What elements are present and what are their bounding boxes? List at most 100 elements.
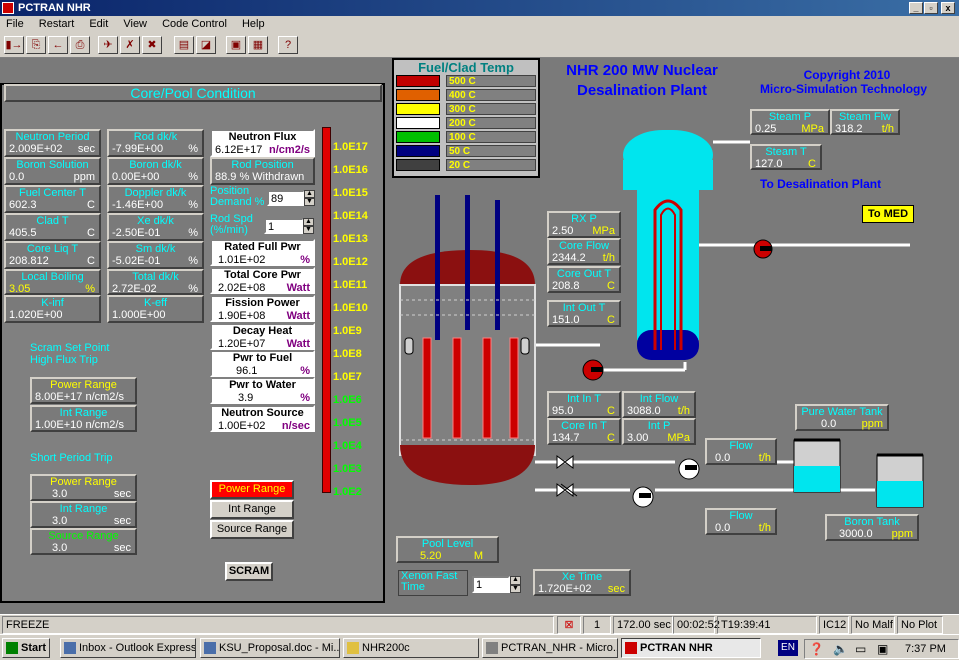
grid-icon[interactable]: ▦: [248, 36, 268, 54]
edit-icon[interactable]: ◪: [196, 36, 216, 54]
rod-spd-input[interactable]: 1: [264, 218, 304, 234]
help-icon[interactable]: ?: [278, 36, 298, 54]
task-label: NHR200c: [362, 642, 410, 654]
xenon-fast-down[interactable]: ▼: [510, 585, 521, 593]
scram-power-range-cell: Power Range 8.00E+17 n/cm2/s: [30, 377, 137, 404]
rod-spd-down[interactable]: ▼: [303, 226, 314, 234]
cell-value: 0.0: [715, 452, 731, 464]
cell-value: 602.3: [9, 199, 37, 211]
flux-scale-tick: 1.0E6: [333, 394, 362, 406]
copyright-2: Micro-Simulation Technology: [759, 82, 928, 96]
cell-unit: sec: [113, 542, 131, 554]
network-icon[interactable]: ⊠: [557, 616, 581, 634]
power-range-button[interactable]: Power Range: [210, 480, 294, 499]
cell-unit: C: [607, 432, 615, 444]
back-icon[interactable]: ←: [48, 36, 68, 54]
cell-unit: sec: [77, 143, 95, 155]
run-icon[interactable]: ✈: [98, 36, 118, 54]
menu-help[interactable]: Help: [242, 18, 265, 30]
exit-icon[interactable]: ▮→: [4, 36, 24, 54]
menu-restart[interactable]: Restart: [39, 18, 74, 30]
cell-unit: t/h: [758, 452, 771, 464]
close-button[interactable]: x: [941, 2, 955, 14]
position-demand-input[interactable]: 89: [267, 190, 305, 206]
control-rod-1: [435, 195, 440, 340]
status-clock: T19:39:41 R19:37:11: [717, 616, 817, 647]
copy-icon[interactable]: ⎘: [26, 36, 46, 54]
cell-value: 6.12E+17: [215, 144, 263, 156]
total-dkk-cell: Total dk/k 2.72E-02%: [107, 269, 204, 295]
cell-value: 3.0: [52, 488, 68, 500]
menu-file[interactable]: File: [6, 18, 24, 30]
chart-icon[interactable]: ▤: [174, 36, 194, 54]
cell-label: Core Out T: [556, 268, 612, 280]
cell-label: Steam Flw: [839, 111, 891, 123]
cell-label: Power Range: [50, 379, 117, 391]
pwr-to-water-cell: Pwr to Water 3.9%: [210, 377, 315, 404]
cell-label: Core Flow: [558, 240, 610, 252]
cell-unit: %: [188, 283, 198, 295]
cell-unit: Watt: [286, 310, 310, 322]
speaker-icon[interactable]: 🔈: [833, 642, 848, 656]
flux-scale-tick: 1.0E11: [333, 279, 368, 291]
cell-unit: ppm: [73, 171, 95, 183]
cell-label: Flow: [729, 510, 753, 522]
network-tray-icon[interactable]: ▭: [855, 642, 866, 656]
minimize-button[interactable]: _: [909, 2, 923, 14]
task-pctran-nhr[interactable]: PCTRAN NHR: [621, 638, 761, 658]
menu-edit[interactable]: Edit: [89, 18, 108, 30]
core-pool-title: Core/Pool Condition: [4, 84, 382, 102]
help-tray-icon[interactable]: ❓: [809, 642, 824, 656]
cell-value: 3000.0: [839, 528, 873, 540]
sp-int-range-cell: Int Range 3.0 sec: [30, 501, 137, 528]
cell-value: 0.0: [9, 171, 25, 183]
position-demand-up[interactable]: ▲: [304, 190, 315, 198]
menu-view[interactable]: View: [123, 18, 147, 30]
cell-unit: MPa: [801, 123, 824, 135]
status-bar: FREEZE ⊠ 1 172.00 sec 00:02:52 T19:39:41…: [0, 614, 959, 647]
cell-label: Xe dk/k: [137, 215, 174, 227]
int-range-button[interactable]: Int Range: [210, 500, 294, 519]
stop-icon[interactable]: ✖: [142, 36, 162, 54]
k-inf-cell: K-inf 1.020E+00: [4, 295, 101, 323]
cut-icon[interactable]: ✗: [120, 36, 140, 54]
rod-spd-up[interactable]: ▲: [303, 218, 314, 226]
flux-scale-tick: 1.0E14: [333, 210, 368, 222]
maximize-button[interactable]: ▫: [924, 2, 938, 14]
scram-int-range-cell: Int Range 1.00E+10 n/cm2/s: [30, 405, 137, 432]
xenon-fast-up[interactable]: ▲: [510, 576, 521, 585]
xenon-fast-input[interactable]: 1: [472, 576, 510, 593]
control-rod-2: [465, 195, 470, 330]
language-indicator[interactable]: EN: [778, 640, 798, 656]
tray-app-icon[interactable]: ▣: [877, 642, 888, 656]
cell-label: Clad T: [36, 215, 69, 227]
task-outlook[interactable]: Inbox - Outlook Express: [60, 638, 196, 658]
start-button[interactable]: Start: [2, 638, 50, 658]
print-icon[interactable]: ⎙: [70, 36, 90, 54]
cell-value: 127.0: [755, 158, 783, 170]
clad-t-cell: Clad T 405.5 C: [4, 213, 101, 241]
steam-p-cell: Steam P 0.25 MPa: [750, 109, 830, 135]
flux-scale-tick: 1.0E10: [333, 302, 368, 314]
cell-value: 1.000E+00: [112, 309, 166, 321]
menu-code-control[interactable]: Code Control: [162, 18, 227, 30]
boron-solution-cell: Boron Solution 0.0 ppm: [4, 157, 101, 185]
cell-unit: %: [188, 255, 198, 267]
rod-spd-label: Rod Spd (%/min): [210, 213, 253, 236]
plant-title-2: Desalination Plant: [576, 82, 708, 99]
task-word[interactable]: KSU_Proposal.doc - Mi...: [200, 638, 340, 658]
task-pctran-micro[interactable]: PCTRAN_NHR - Micro...: [482, 638, 618, 658]
flux-scale-tick: 1.0E4: [333, 440, 362, 452]
cell-label: K-inf: [41, 297, 64, 309]
pwr-to-fuel-cell: Pwr to Fuel 96.1%: [210, 350, 315, 377]
task-folder[interactable]: NHR200c: [343, 638, 479, 658]
cell-label: Doppler dk/k: [124, 187, 187, 199]
position-demand-down[interactable]: ▼: [304, 198, 315, 206]
window-icon[interactable]: ▣: [226, 36, 246, 54]
cell-value: 2.72E-02: [112, 283, 157, 295]
cell-value: 3.9: [238, 392, 254, 404]
cell-value: 1.020E+00: [9, 309, 63, 321]
scram-button[interactable]: SCRAM: [225, 562, 273, 581]
source-range-button[interactable]: Source Range: [210, 520, 294, 539]
taskbar: Start Inbox - Outlook Express KSU_Propos…: [0, 634, 959, 660]
